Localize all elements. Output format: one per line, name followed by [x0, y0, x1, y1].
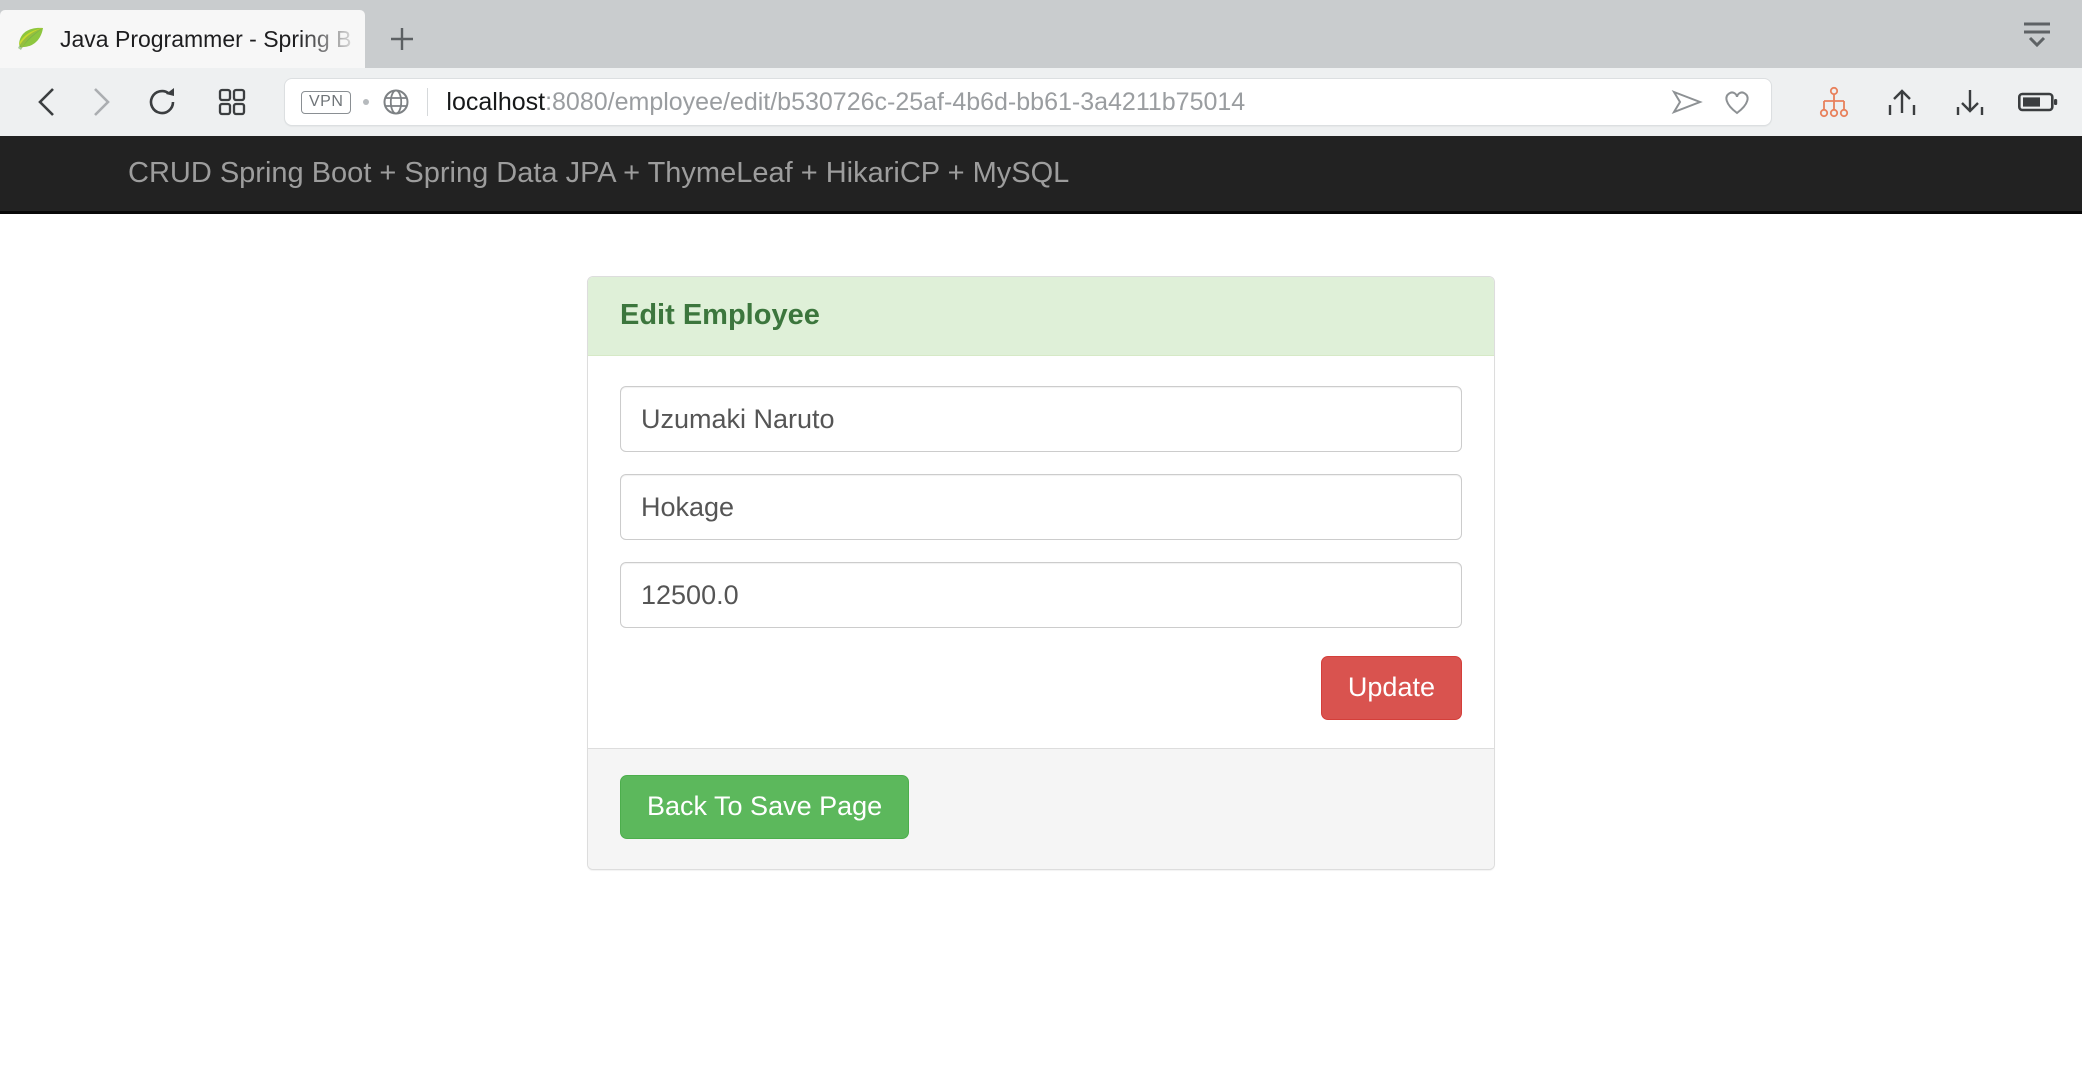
page-viewport: CRUD Spring Boot + Spring Data JPA + Thy…	[0, 136, 2082, 1076]
url-divider	[427, 88, 429, 116]
url-text: localhost:8080/employee/edit/b530726c-25…	[446, 88, 1245, 117]
forward-icon[interactable]	[74, 76, 126, 128]
back-to-save-page-button[interactable]: Back To Save Page	[620, 774, 910, 839]
navbar-brand[interactable]: CRUD Spring Boot + Spring Data JPA + Thy…	[128, 159, 1069, 188]
heart-icon[interactable]	[1721, 87, 1753, 117]
browser-window: Java Programmer - Spring Bo VPN localhos…	[0, 0, 2082, 1076]
send-icon[interactable]	[1671, 87, 1703, 117]
toolbar-right-icons	[1814, 82, 2064, 122]
address-bar[interactable]: VPN localhost:8080/employee/edit/b530726…	[284, 78, 1772, 126]
site-navbar: CRUD Spring Boot + Spring Data JPA + Thy…	[0, 136, 2082, 214]
form-actions: Update	[620, 656, 1462, 720]
upload-icon[interactable]	[1882, 82, 1922, 122]
tab-title: Java Programmer - Spring Bo	[60, 25, 351, 52]
edit-employee-panel: Edit Employee Update Back To Save Page	[587, 276, 1495, 870]
page-container: Edit Employee Update Back To Save Page	[0, 214, 2082, 870]
browser-toolbar: VPN localhost:8080/employee/edit/b530726…	[0, 68, 2082, 136]
panel-heading: Edit Employee	[588, 277, 1494, 356]
employee-name-input[interactable]	[620, 386, 1462, 452]
update-button[interactable]: Update	[1320, 656, 1462, 720]
menu-chevron-icon[interactable]	[2014, 12, 2060, 52]
globe-icon	[381, 87, 411, 117]
sitemap-icon[interactable]	[1814, 82, 1854, 122]
edit-employee-form: Update	[620, 386, 1462, 720]
tab-strip: Java Programmer - Spring Bo	[0, 0, 2082, 68]
battery-icon[interactable]	[2018, 82, 2058, 122]
panel-footer: Back To Save Page	[588, 747, 1494, 869]
panel-body: Update	[588, 356, 1494, 748]
back-icon[interactable]	[22, 76, 74, 128]
reload-icon[interactable]	[136, 76, 188, 128]
download-icon[interactable]	[1950, 82, 1990, 122]
url-path: :8080/employee/edit/b530726c-25af-4b6d-b…	[545, 87, 1246, 116]
separator-dot	[363, 99, 370, 105]
employee-designation-input[interactable]	[620, 474, 1462, 540]
spring-leaf-icon	[16, 24, 46, 54]
browser-tab-active[interactable]: Java Programmer - Spring Bo	[0, 10, 365, 68]
employee-salary-input[interactable]	[620, 562, 1462, 628]
url-host: localhost	[446, 87, 546, 116]
new-tab-button[interactable]	[365, 10, 439, 68]
page-title: Edit Employee	[620, 299, 820, 331]
grid-icon[interactable]	[206, 76, 258, 128]
vpn-badge: VPN	[301, 90, 352, 114]
